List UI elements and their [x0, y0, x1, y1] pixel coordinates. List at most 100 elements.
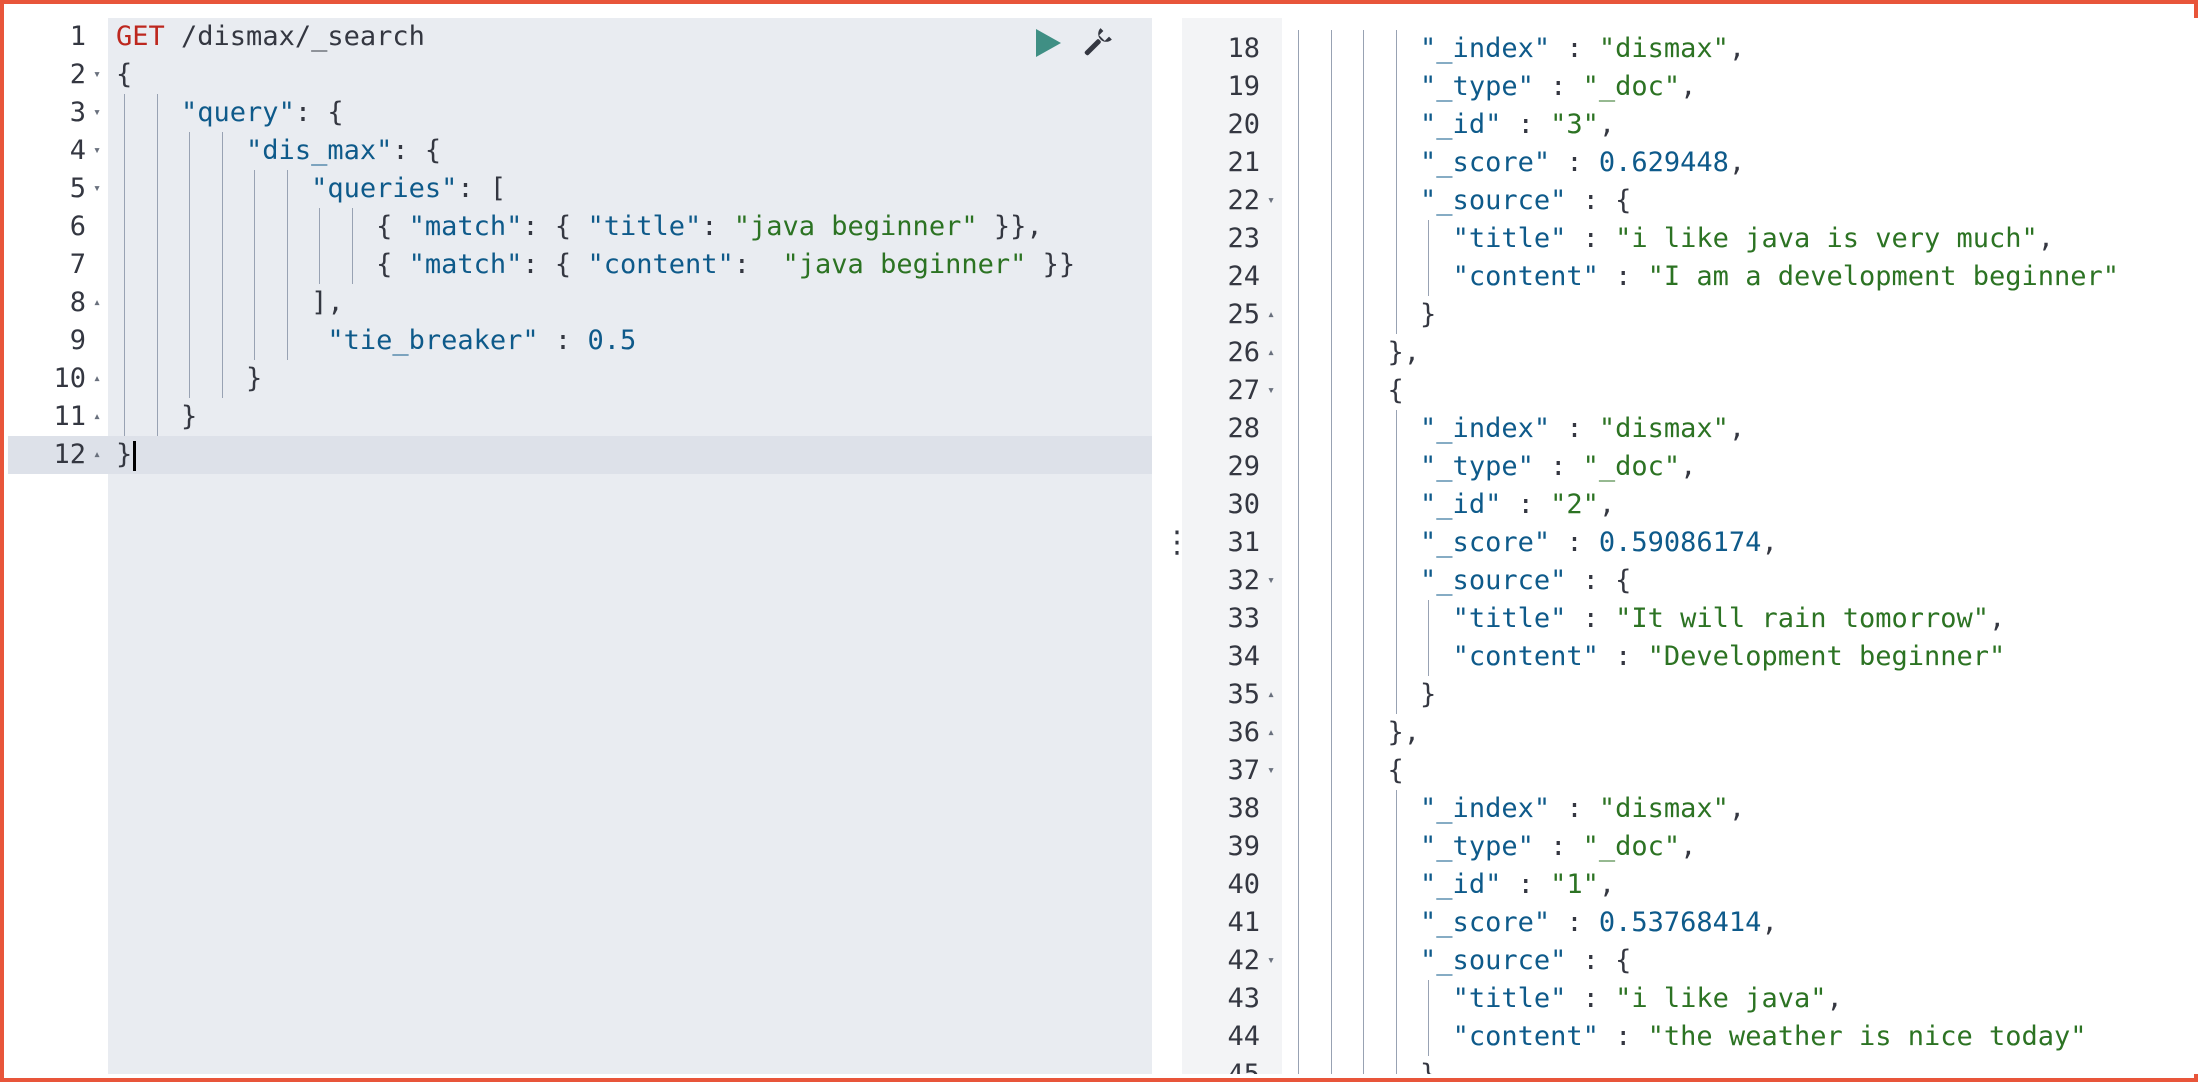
- fold-arrow-icon[interactable]: ▾: [90, 132, 104, 170]
- code-line[interactable]: 8 ▴ ],: [8, 284, 1152, 322]
- code-line[interactable]: 26 ▴ },: [1182, 334, 2198, 372]
- code-line[interactable]: 27 ▾ {: [1182, 372, 2198, 410]
- indent-guide: [124, 360, 126, 398]
- line-number: 4: [69, 135, 86, 166]
- code-token: :: [1550, 793, 1599, 824]
- code-token: {: [116, 211, 409, 242]
- request-settings-button[interactable]: [1080, 26, 1114, 60]
- code-line[interactable]: 41 "_score" : 0.53768414,: [1182, 904, 2198, 942]
- code-line[interactable]: 36 ▴ },: [1182, 714, 2198, 752]
- code-line[interactable]: 7 { "match": { "content": "java beginner…: [8, 246, 1152, 284]
- code-token: "content": [1452, 1021, 1599, 1052]
- code-line[interactable]: 32 ▾ "_source" : {: [1182, 562, 2198, 600]
- indent-guide: [286, 246, 288, 284]
- pane-resizer[interactable]: ⋮: [1154, 18, 1192, 1074]
- code-line[interactable]: 42 ▾ "_source" : {: [1182, 942, 2198, 980]
- code-line[interactable]: 44 "content" : "the weather is nice toda…: [1182, 1018, 2198, 1056]
- code-token: "title": [1452, 983, 1567, 1014]
- code-line[interactable]: 24 "content" : "I am a development begin…: [1182, 258, 2198, 296]
- unfold-arrow-icon[interactable]: ▴: [90, 436, 104, 474]
- code-token: "dismax": [1598, 793, 1729, 824]
- unfold-arrow-icon[interactable]: ▴: [1264, 676, 1278, 714]
- code-line[interactable]: 12 ▴}: [8, 436, 1152, 474]
- code-text: "_type" : "_doc",: [1290, 448, 1696, 486]
- unfold-arrow-icon[interactable]: ▴: [1264, 714, 1278, 752]
- unfold-arrow-icon[interactable]: ▴: [90, 284, 104, 322]
- indent-guide: [189, 208, 191, 246]
- line-number: 31: [1227, 527, 1260, 558]
- code-token: "_type": [1420, 451, 1534, 482]
- code-token: :: [1533, 451, 1583, 482]
- fold-arrow-icon[interactable]: ▾: [90, 94, 104, 132]
- code-token: "3": [1550, 109, 1599, 140]
- code-line[interactable]: 1 GET /dismax/_search: [8, 18, 1152, 56]
- code-line[interactable]: 18 "_index" : "dismax",: [1182, 30, 2198, 68]
- line-number: 29: [1227, 451, 1260, 482]
- fold-arrow-icon[interactable]: ▾: [90, 170, 104, 208]
- code-line[interactable]: 9 "tie_breaker" : 0.5: [8, 322, 1152, 360]
- unfold-arrow-icon[interactable]: ▴: [1264, 334, 1278, 372]
- run-request-button[interactable]: [1030, 26, 1064, 60]
- code-line[interactable]: 38 "_index" : "dismax",: [1182, 790, 2198, 828]
- code-token: "_doc": [1582, 831, 1681, 862]
- indent-guide: [1298, 258, 1300, 296]
- indent-guide: [1363, 258, 1365, 296]
- line-number: 33: [1227, 603, 1260, 634]
- code-line[interactable]: 25 ▴ }: [1182, 296, 2198, 334]
- line-number: 22: [1227, 185, 1260, 216]
- code-line[interactable]: 23 "title" : "i like java is very much",: [1182, 220, 2198, 258]
- indent-guide: [1395, 1056, 1397, 1074]
- code-line[interactable]: 10 ▴ }: [8, 360, 1152, 398]
- code-text: {: [116, 56, 132, 94]
- code-line[interactable]: 34 "content" : "Development beginner": [1182, 638, 2198, 676]
- indent-guide: [1428, 600, 1430, 638]
- code-line[interactable]: 30 "_id" : "2",: [1182, 486, 2198, 524]
- unfold-arrow-icon[interactable]: ▴: [90, 360, 104, 398]
- fold-arrow-icon[interactable]: ▾: [1264, 562, 1278, 600]
- code-line[interactable]: 31 "_score" : 0.59086174,: [1182, 524, 2198, 562]
- code-line[interactable]: 37 ▾ {: [1182, 752, 2198, 790]
- indent-guide: [189, 246, 191, 284]
- indent-guide: [1330, 524, 1332, 562]
- code-token: {: [116, 249, 409, 280]
- code-line[interactable]: 5 ▾ "queries": [: [8, 170, 1152, 208]
- fold-arrow-icon[interactable]: ▾: [1264, 942, 1278, 980]
- code-line[interactable]: 40 "_id" : "1",: [1182, 866, 2198, 904]
- code-text: "_index" : "dismax",: [1290, 790, 1745, 828]
- code-line[interactable]: 22 ▾ "_source" : {: [1182, 182, 2198, 220]
- code-line[interactable]: 33 "title" : "It will rain tomorrow",: [1182, 600, 2198, 638]
- indent-guide: [1330, 68, 1332, 106]
- code-line[interactable]: 29 "_type" : "_doc",: [1182, 448, 2198, 486]
- unfold-arrow-icon[interactable]: ▴: [1264, 296, 1278, 334]
- code-line[interactable]: 6 { "match": { "title": "java beginner" …: [8, 208, 1152, 246]
- code-line[interactable]: 20 "_id" : "3",: [1182, 106, 2198, 144]
- code-line[interactable]: 39 "_type" : "_doc",: [1182, 828, 2198, 866]
- response-viewer[interactable]: 18 "_index" : "dismax", 19 "_type" : "_do…: [1182, 18, 2198, 1074]
- code-line[interactable]: 35 ▴ }: [1182, 676, 2198, 714]
- code-line[interactable]: 19 "_type" : "_doc",: [1182, 68, 2198, 106]
- indent-guide: [1330, 1056, 1332, 1074]
- code-line[interactable]: 3 ▾ "query": {: [8, 94, 1152, 132]
- code-line[interactable]: 4 ▾ "dis_max": {: [8, 132, 1152, 170]
- code-line[interactable]: 28 "_index" : "dismax",: [1182, 410, 2198, 448]
- code-line[interactable]: 11 ▴ }: [8, 398, 1152, 436]
- request-editor[interactable]: 1 GET /dismax/_search 2 ▾{3 ▾ "query": {4 ▾ "…: [8, 18, 1152, 1074]
- fold-arrow-icon[interactable]: ▾: [1264, 182, 1278, 220]
- code-token: ,: [1598, 869, 1616, 900]
- indent-guide: [1395, 828, 1397, 866]
- indent-guide: [1298, 1018, 1300, 1056]
- fold-arrow-icon[interactable]: ▾: [90, 56, 104, 94]
- line-number: 9: [69, 325, 86, 356]
- code-token: 0.59086174: [1598, 527, 1762, 558]
- line-number: 41: [1227, 907, 1260, 938]
- code-token: }: [116, 439, 133, 470]
- fold-arrow-icon[interactable]: ▾: [1264, 752, 1278, 790]
- code-line[interactable]: 45 }: [1182, 1056, 2198, 1074]
- unfold-arrow-icon[interactable]: ▴: [90, 398, 104, 436]
- fold-arrow-icon[interactable]: ▾: [1264, 372, 1278, 410]
- code-line[interactable]: 2 ▾ {: [8, 56, 1152, 94]
- code-line[interactable]: 43 "title" : "i like java",: [1182, 980, 2198, 1018]
- code-line[interactable]: 21 "_score" : 0.629448,: [1182, 144, 2198, 182]
